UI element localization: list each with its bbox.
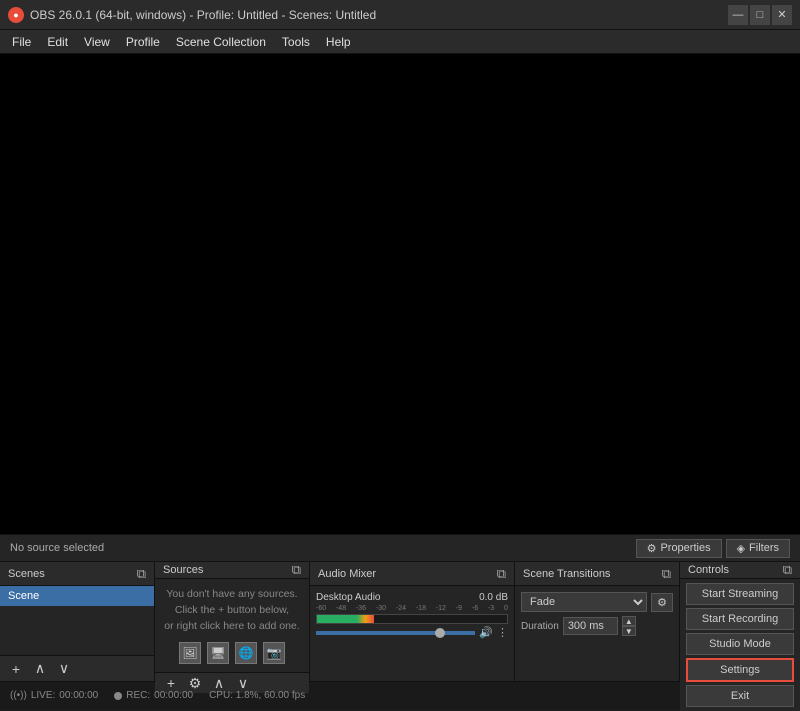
sources-panel-header: Sources ⧉: [155, 562, 309, 579]
scenes-expand-icon[interactable]: ⧉: [137, 566, 146, 582]
gear-icon: ⚙: [647, 542, 657, 555]
duration-down-button[interactable]: ▼: [622, 626, 636, 636]
title-bar-left: ● OBS 26.0.1 (64-bit, windows) - Profile…: [8, 7, 376, 23]
scenes-footer: + ∧ ∨: [0, 655, 154, 681]
image-source-icon: 🖼: [179, 642, 201, 664]
scenes-panel: Scenes ⧉ Scene + ∧ ∨: [0, 562, 155, 681]
settings-button[interactable]: Settings: [686, 658, 794, 682]
footer-live: ((•)) LIVE: 00:00:00: [10, 690, 98, 701]
menu-scene-collection[interactable]: Scene Collection: [168, 33, 274, 51]
menu-profile[interactable]: Profile: [118, 33, 168, 51]
audio-meter-fill: [317, 615, 374, 623]
menu-bar: File Edit View Profile Scene Collection …: [0, 30, 800, 54]
start-streaming-button[interactable]: Start Streaming: [686, 583, 794, 605]
audio-options-icon[interactable]: ⋮: [497, 626, 508, 639]
menu-edit[interactable]: Edit: [39, 33, 76, 51]
audio-track-db: 0.0 dB: [479, 592, 508, 603]
source-type-icons: 🖼 🖥 🌐 📷: [179, 642, 285, 664]
menu-tools[interactable]: Tools: [274, 33, 318, 51]
start-recording-button[interactable]: Start Recording: [686, 608, 794, 630]
menu-view[interactable]: View: [76, 33, 118, 51]
studio-mode-button[interactable]: Studio Mode: [686, 633, 794, 655]
live-broadcast-icon: ((•)): [10, 690, 27, 701]
controls-panel-title: Controls: [688, 564, 729, 576]
audio-panel-title: Audio Mixer: [318, 568, 376, 580]
transition-gear-button[interactable]: ⚙: [651, 593, 673, 612]
menu-file[interactable]: File: [4, 33, 39, 51]
speaker-icon[interactable]: 🔊: [479, 626, 493, 639]
audio-controls: 🔊 ⋮: [316, 626, 508, 639]
rec-label: REC:: [126, 690, 150, 701]
scenes-add-button[interactable]: +: [6, 659, 26, 679]
footer-cpu: CPU: 1.8%, 60.00 fps: [209, 690, 305, 701]
maximize-button[interactable]: □: [750, 5, 770, 25]
transition-type-select[interactable]: Fade Cut Swipe: [521, 592, 647, 612]
sources-content: You don't have any sources.Click the + b…: [155, 579, 309, 672]
sources-panel: Sources ⧉ You don't have any sources.Cli…: [155, 562, 310, 681]
audio-track-name: Desktop Audio: [316, 592, 381, 603]
duration-input[interactable]: [563, 617, 618, 635]
preview-canvas: [0, 54, 800, 534]
transitions-content: Fade Cut Swipe ⚙ Duration ▲ ▼: [515, 586, 679, 681]
exit-button[interactable]: Exit: [686, 685, 794, 707]
bottom-panel: Scenes ⧉ Scene + ∧ ∨ Sources ⧉ You don't…: [0, 562, 800, 681]
audio-track-header: Desktop Audio 0.0 dB: [316, 592, 508, 603]
status-buttons: ⚙ Properties ◈ Filters: [636, 539, 790, 558]
scenes-panel-title: Scenes: [8, 568, 45, 580]
scene-item[interactable]: Scene: [0, 586, 154, 606]
rec-dot: [114, 692, 122, 700]
sources-hint-text: You don't have any sources.Click the + b…: [164, 587, 299, 634]
audio-track-desktop: Desktop Audio 0.0 dB -60-48-36-30-24-18-…: [316, 592, 508, 639]
audio-panel-header: Audio Mixer ⧉: [310, 562, 514, 586]
duration-label: Duration: [521, 621, 559, 632]
footer-rec: REC: 00:00:00: [114, 690, 193, 701]
live-label: LIVE:: [31, 690, 55, 701]
rec-time: 00:00:00: [154, 690, 193, 701]
menu-help[interactable]: Help: [318, 33, 359, 51]
display-source-icon: 🖥: [207, 642, 229, 664]
browser-source-icon: 🌐: [235, 642, 257, 664]
live-time: 00:00:00: [59, 690, 98, 701]
sources-expand-icon[interactable]: ⧉: [292, 562, 301, 578]
camera-source-icon: 📷: [263, 642, 285, 664]
filters-button[interactable]: ◈ Filters: [726, 539, 790, 558]
minimize-button[interactable]: —: [728, 5, 748, 25]
audio-meter: [316, 614, 508, 624]
filter-icon: ◈: [737, 542, 745, 555]
duration-up-button[interactable]: ▲: [622, 616, 636, 626]
scenes-down-button[interactable]: ∨: [54, 659, 74, 679]
window-title: OBS 26.0.1 (64-bit, windows) - Profile: …: [30, 8, 376, 22]
controls-panel-header: Controls ⧉: [680, 562, 800, 579]
controls-panel: Controls ⧉ Start Streaming Start Recordi…: [680, 562, 800, 681]
audio-content: Desktop Audio 0.0 dB -60-48-36-30-24-18-…: [310, 586, 514, 681]
scenes-up-button[interactable]: ∧: [30, 659, 50, 679]
transitions-panel: Scene Transitions ⧉ Fade Cut Swipe ⚙ Dur…: [515, 562, 680, 681]
volume-slider[interactable]: [316, 631, 475, 635]
duration-row: Duration ▲ ▼: [521, 616, 673, 636]
transition-select-row: Fade Cut Swipe ⚙: [521, 592, 673, 612]
audio-panel: Audio Mixer ⧉ Desktop Audio 0.0 dB -60-4…: [310, 562, 515, 681]
close-button[interactable]: ✕: [772, 5, 792, 25]
duration-arrows: ▲ ▼: [622, 616, 636, 636]
title-bar-controls: — □ ✕: [728, 5, 792, 25]
scenes-panel-header: Scenes ⧉: [0, 562, 154, 586]
cpu-info: CPU: 1.8%, 60.00 fps: [209, 690, 305, 701]
properties-button[interactable]: ⚙ Properties: [636, 539, 722, 558]
sources-panel-title: Sources: [163, 564, 203, 576]
transitions-panel-title: Scene Transitions: [523, 568, 610, 580]
status-source-text: No source selected: [10, 542, 616, 554]
obs-icon: ●: [8, 7, 24, 23]
status-bar: No source selected ⚙ Properties ◈ Filter…: [0, 534, 800, 562]
controls-content: Start Streaming Start Recording Studio M…: [680, 579, 800, 711]
audio-meter-scale: -60-48-36-30-24-18-12-9-6-30: [316, 605, 508, 612]
title-bar: ● OBS 26.0.1 (64-bit, windows) - Profile…: [0, 0, 800, 30]
scenes-list: Scene: [0, 586, 154, 655]
transitions-expand-icon[interactable]: ⧉: [662, 566, 671, 582]
transitions-panel-header: Scene Transitions ⧉: [515, 562, 679, 586]
audio-expand-icon[interactable]: ⧉: [497, 566, 506, 582]
controls-expand-icon[interactable]: ⧉: [783, 562, 792, 578]
